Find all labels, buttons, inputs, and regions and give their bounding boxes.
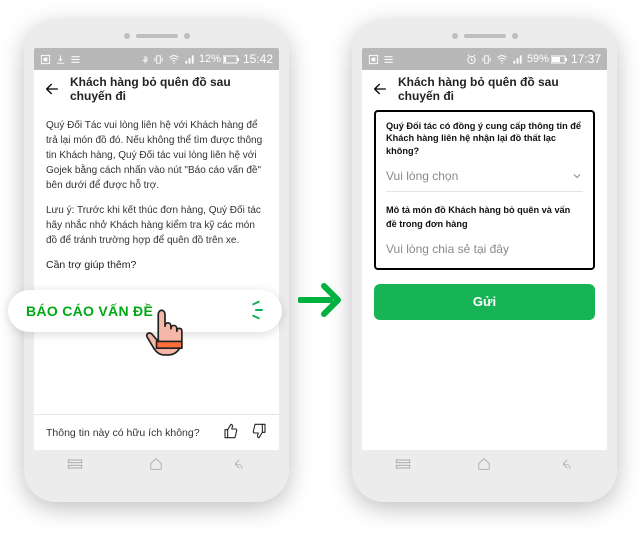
vibrate-icon (153, 54, 164, 65)
thumbs-up-icon (223, 423, 239, 439)
nav-back-button[interactable] (557, 455, 575, 473)
submit-label: Gửi (473, 292, 496, 312)
phone-earpiece (124, 33, 190, 39)
feedback-bar: Thông tin này có hữu ích không? (34, 414, 279, 450)
phone-right: 59% 17:37 Khách hàng bỏ quên đồ sau chuy… (352, 20, 617, 502)
menu-icon (70, 54, 81, 65)
nav-home-button[interactable] (475, 455, 493, 473)
form-body: Quý Đối tác có đồng ý cung cấp thông tin… (362, 108, 607, 450)
help-label: Cần trợ giúp thêm? (46, 258, 267, 274)
status-bar: 59% 17:37 (362, 48, 607, 70)
paragraph-1: Quý Đối Tác vui lòng liên hệ với Khách h… (46, 118, 267, 193)
consent-select[interactable]: Vui lòng chọn (386, 167, 583, 185)
android-nav (34, 450, 279, 478)
bluetooth-icon (141, 54, 149, 65)
article-body: Quý Đối Tác vui lòng liên hệ với Khách h… (34, 108, 279, 414)
wifi-icon (168, 54, 180, 65)
nav-back-icon (231, 457, 245, 471)
battery-icon (551, 55, 567, 64)
thumbs-down-icon (251, 423, 267, 439)
nav-recent-button[interactable] (394, 455, 412, 473)
download-icon (55, 54, 66, 65)
back-button[interactable] (44, 81, 60, 97)
home-icon (149, 457, 163, 471)
paragraph-2: Lưu ý: Trước khi kết thúc đơn hàng, Quý … (46, 203, 267, 248)
signal-icon (512, 54, 523, 65)
recent-icon (67, 458, 83, 470)
battery-indicator: 59% (527, 53, 567, 65)
description-textarea[interactable]: Vui lòng chia sẻ tại đây (386, 240, 583, 258)
signal-icon (184, 54, 195, 65)
phone-left: 12% 15:42 Khách hàng bỏ quên đồ sau chuy… (24, 20, 289, 502)
report-issue-label: BÁO CÁO VẤN ĐỀ (26, 303, 153, 319)
page-title: Khách hàng bỏ quên đồ sau chuyến đi (70, 75, 269, 103)
screenshot-icon (368, 54, 379, 65)
back-button[interactable] (372, 81, 388, 97)
battery-text: 12% (199, 53, 221, 65)
vibrate-icon (481, 54, 492, 65)
menu-icon (383, 54, 394, 65)
flow-arrow-icon (298, 280, 342, 320)
recent-icon (395, 458, 411, 470)
home-icon (477, 457, 491, 471)
clock: 17:37 (571, 52, 601, 66)
screenshot-icon (40, 54, 51, 65)
page-header: Khách hàng bỏ quên đồ sau chuyến đi (362, 70, 607, 108)
battery-text: 59% (527, 53, 549, 65)
wifi-icon (496, 54, 508, 65)
divider (386, 191, 583, 192)
battery-icon (223, 55, 239, 64)
hand-pointer-icon (138, 306, 192, 360)
phone-earpiece (452, 33, 518, 39)
nav-back-icon (559, 457, 573, 471)
question-consent: Quý Đối tác có đồng ý cung cấp thông tin… (386, 120, 583, 157)
question-description: Mô tả món đồ Khách hàng bỏ quên và vấn đ… (386, 204, 583, 232)
alarm-icon (466, 54, 477, 65)
feedback-text: Thông tin này có hữu ích không? (46, 427, 200, 439)
nav-back-button[interactable] (229, 455, 247, 473)
android-nav (362, 450, 607, 478)
nav-recent-button[interactable] (66, 455, 84, 473)
battery-indicator: 12% (199, 53, 239, 65)
submit-button[interactable]: Gửi (374, 284, 595, 320)
status-bar: 12% 15:42 (34, 48, 279, 70)
nav-home-button[interactable] (147, 455, 165, 473)
page-header: Khách hàng bỏ quên đồ sau chuyến đi (34, 70, 279, 108)
select-placeholder: Vui lòng chọn (386, 167, 458, 185)
clock: 15:42 (243, 52, 273, 66)
arrow-left-icon (44, 81, 60, 97)
textarea-placeholder: Vui lòng chia sẻ tại đây (386, 242, 509, 256)
screen-right: 59% 17:37 Khách hàng bỏ quên đồ sau chuy… (362, 48, 607, 478)
screen-left: 12% 15:42 Khách hàng bỏ quên đồ sau chuy… (34, 48, 279, 478)
chevron-down-icon (571, 170, 583, 182)
page-title: Khách hàng bỏ quên đồ sau chuyến đi (398, 75, 597, 103)
thumbs-down-button[interactable] (251, 423, 267, 442)
thumbs-up-button[interactable] (223, 423, 239, 442)
form-highlight-box: Quý Đối tác có đồng ý cung cấp thông tin… (374, 110, 595, 270)
tap-spark-icon (250, 304, 264, 318)
arrow-left-icon (372, 81, 388, 97)
